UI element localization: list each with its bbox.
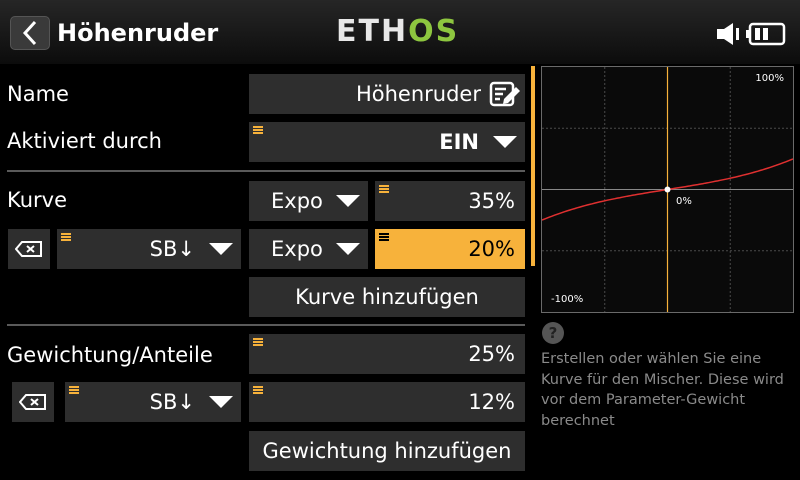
dropdown-arrow-icon (336, 243, 360, 255)
page-title: Höhenruder (57, 19, 219, 47)
delete-icon (19, 394, 46, 410)
curve-sub-value: 20% (468, 237, 515, 261)
curve-value-field[interactable]: 35% (375, 181, 525, 221)
graph-center-label: 0% (676, 196, 692, 207)
graph-top-label: 100% (755, 73, 784, 84)
curve-sub-type-select[interactable]: Expo (249, 229, 368, 269)
weight-source-value: SB↓ (149, 390, 195, 414)
curve-label: Kurve (7, 188, 68, 212)
help-text: Erstellen oder wählen Sie eine Kurve für… (541, 351, 784, 429)
weight-value: 25% (468, 342, 515, 366)
curve-type-select[interactable]: Expo (249, 181, 368, 221)
edit-icon (489, 81, 520, 107)
menu-marker-icon (253, 386, 263, 394)
back-button[interactable] (10, 16, 50, 50)
curve-value: 35% (468, 189, 515, 213)
dropdown-arrow-icon (493, 136, 517, 148)
add-weight-button[interactable]: Gewichtung hinzufügen (249, 431, 525, 471)
ethos-logo: ETHOS (336, 14, 459, 50)
menu-marker-icon (69, 386, 79, 394)
scrollbar[interactable] (531, 66, 535, 266)
speaker-icon[interactable] (716, 22, 742, 46)
name-value: Höhenruder (355, 82, 481, 106)
active-condition-value: EIN (439, 130, 479, 154)
remove-weight-button[interactable] (12, 382, 54, 422)
logo-part-2: OS (408, 14, 460, 49)
menu-marker-icon (379, 233, 389, 241)
header-bar: Höhenruder ETHOS (0, 0, 800, 64)
dropdown-arrow-icon (336, 195, 360, 207)
add-curve-button[interactable]: Kurve hinzufügen (249, 277, 525, 317)
graph-bottom-label: -100% (551, 294, 584, 305)
weight-label: Gewichtung/Anteile (7, 343, 213, 367)
name-label: Name (7, 82, 69, 106)
delete-icon (15, 241, 42, 257)
curve-source-value: SB↓ (149, 237, 195, 261)
remove-curve-button[interactable] (8, 229, 50, 269)
logo-part-1: ETH (336, 14, 409, 49)
dropdown-arrow-icon (209, 243, 233, 255)
section-divider (7, 324, 525, 326)
menu-marker-icon (379, 185, 389, 193)
weight-source-select[interactable]: SB↓ (65, 382, 241, 422)
curve-plot (542, 67, 793, 312)
menu-marker-icon (61, 233, 71, 241)
active-condition-label: Aktiviert durch (7, 129, 162, 153)
section-divider (7, 170, 525, 172)
name-field[interactable]: Höhenruder (249, 74, 525, 114)
dropdown-arrow-icon (209, 396, 233, 408)
weight-value-field[interactable]: 25% (249, 334, 525, 374)
weight-sub-value-field[interactable]: 12% (249, 382, 525, 422)
help-icon: ? (542, 322, 564, 344)
weight-sub-value: 12% (468, 390, 515, 414)
active-condition-field[interactable]: EIN (249, 122, 525, 162)
menu-marker-icon (253, 126, 263, 134)
curve-cursor-point (664, 186, 671, 193)
curve-source-select[interactable]: SB↓ (57, 229, 241, 269)
curve-graph: 100% 0% -100% (541, 66, 794, 313)
curve-sub-type-value: Expo (271, 237, 323, 261)
chevron-left-icon (22, 20, 37, 46)
curve-type-value: Expo (271, 189, 323, 213)
add-weight-label: Gewichtung hinzufügen (262, 439, 512, 463)
battery-icon[interactable] (746, 22, 786, 46)
menu-marker-icon (253, 338, 263, 346)
curve-sub-value-field[interactable]: 20% (375, 229, 525, 269)
add-curve-label: Kurve hinzufügen (295, 285, 479, 309)
